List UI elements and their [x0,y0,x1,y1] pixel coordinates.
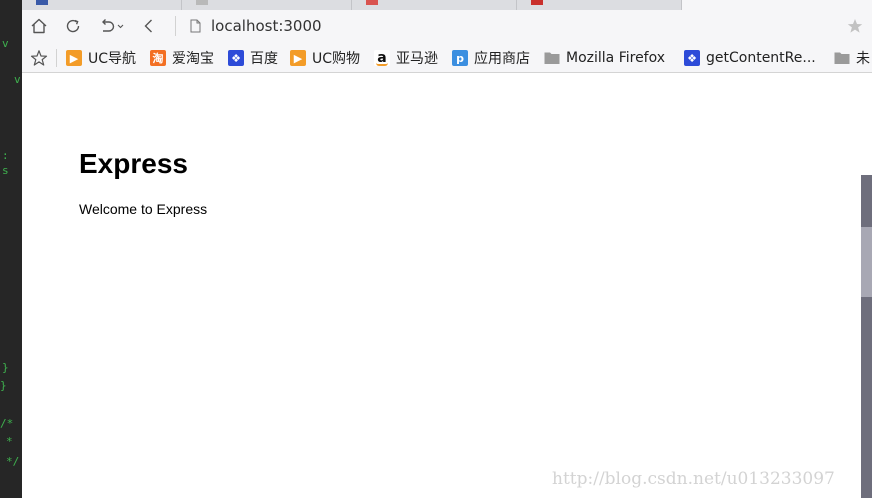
bookmark-item[interactable]: ▶ UC购物 [290,47,360,69]
reload-button[interactable] [60,14,86,38]
bookmark-label: 未 [856,51,870,67]
welcome-text: Welcome to Express [79,201,208,217]
bookmark-item[interactable]: ❖ 百度 [228,47,278,69]
bookmark-label: 百度 [250,51,278,67]
back-arrow-icon [144,19,152,33]
navigation-toolbar: localhost:3000 [22,10,872,43]
tab[interactable] [517,0,682,10]
scrollbar-thumb[interactable] [861,227,872,297]
tab-favicon-icon [36,0,48,5]
bookmarks-bar: ▶ UC导航淘爱淘宝 ❖ 百度 ▶ UC购物 a 亚马逊 p 应用商店 Mozilla Firefo… [22,43,872,73]
page-heading: Express [79,148,188,179]
uc-icon: ▶ [66,50,82,66]
browser-window: localhost:3000 ▶ UC导航淘爱淘宝 ❖ 百度 ▶ UC购物 a 亚马逊 p 应用商… [22,0,872,498]
baidu-paw-icon: ❖ [228,50,244,66]
address-text: localhost:3000 [211,17,322,35]
uc-icon: ▶ [290,50,306,66]
undo-close-tab-button[interactable] [96,14,128,38]
bookmark-page-button[interactable] [842,14,868,38]
bookmark-label: UC导航 [88,51,137,67]
taobao-icon: 淘 [150,50,166,66]
editor-window-edge: v v : s } } /* * */ [0,0,22,498]
star-outline-icon [30,50,48,66]
folder-icon [834,50,850,66]
bookmark-label: 爱淘宝 [172,51,214,67]
bookmarks-divider [56,49,57,67]
address-bar[interactable]: localhost:3000 [184,13,824,39]
bookmark-item[interactable]: ▶ UC导航 [66,47,136,69]
home-icon [31,18,47,34]
amazon-icon: a [374,50,390,66]
tab-favicon-icon [531,0,543,5]
scrollbar[interactable] [861,175,872,498]
tab-strip [22,0,872,10]
baidu-paw-icon: ❖ [684,50,700,66]
star-icon [847,19,863,33]
bookmark-label: UC购物 [312,51,361,67]
back-button[interactable] [136,14,162,38]
tab[interactable] [22,0,182,10]
bookmark-label: 亚马逊 [396,51,438,67]
bookmark-item[interactable]: 淘爱淘宝 [150,47,214,69]
bookmark-manager-button[interactable] [30,49,48,67]
reload-icon [66,19,80,33]
bookmark-label: Mozilla Firefox [566,50,666,66]
home-button[interactable] [26,14,52,38]
watermark: http://blog.csdn.net/u013233097 [552,469,835,489]
toolbar-divider [175,16,176,36]
tab-favicon-icon [196,0,208,5]
app-store-icon: p [452,50,468,66]
undo-icon [102,19,124,32]
bookmark-item[interactable]: Mozilla Firefox [544,47,665,69]
bookmark-label: getContentRe... [706,50,816,66]
page-viewport: Express Welcome to Express http://blog.c… [22,74,872,498]
bookmark-item[interactable]: 未 [834,47,870,69]
bookmark-label: 应用商店 [474,51,530,67]
bookmark-item[interactable]: a 亚马逊 [374,47,438,69]
folder-icon [544,50,560,66]
tab-favicon-icon [366,0,378,5]
tab-active[interactable] [682,0,872,10]
bookmark-item[interactable]: p 应用商店 [452,47,530,69]
tab[interactable] [182,0,352,10]
tab[interactable] [352,0,517,10]
bookmark-item[interactable]: ❖ getContentRe... [684,47,816,69]
page-icon [190,19,201,33]
